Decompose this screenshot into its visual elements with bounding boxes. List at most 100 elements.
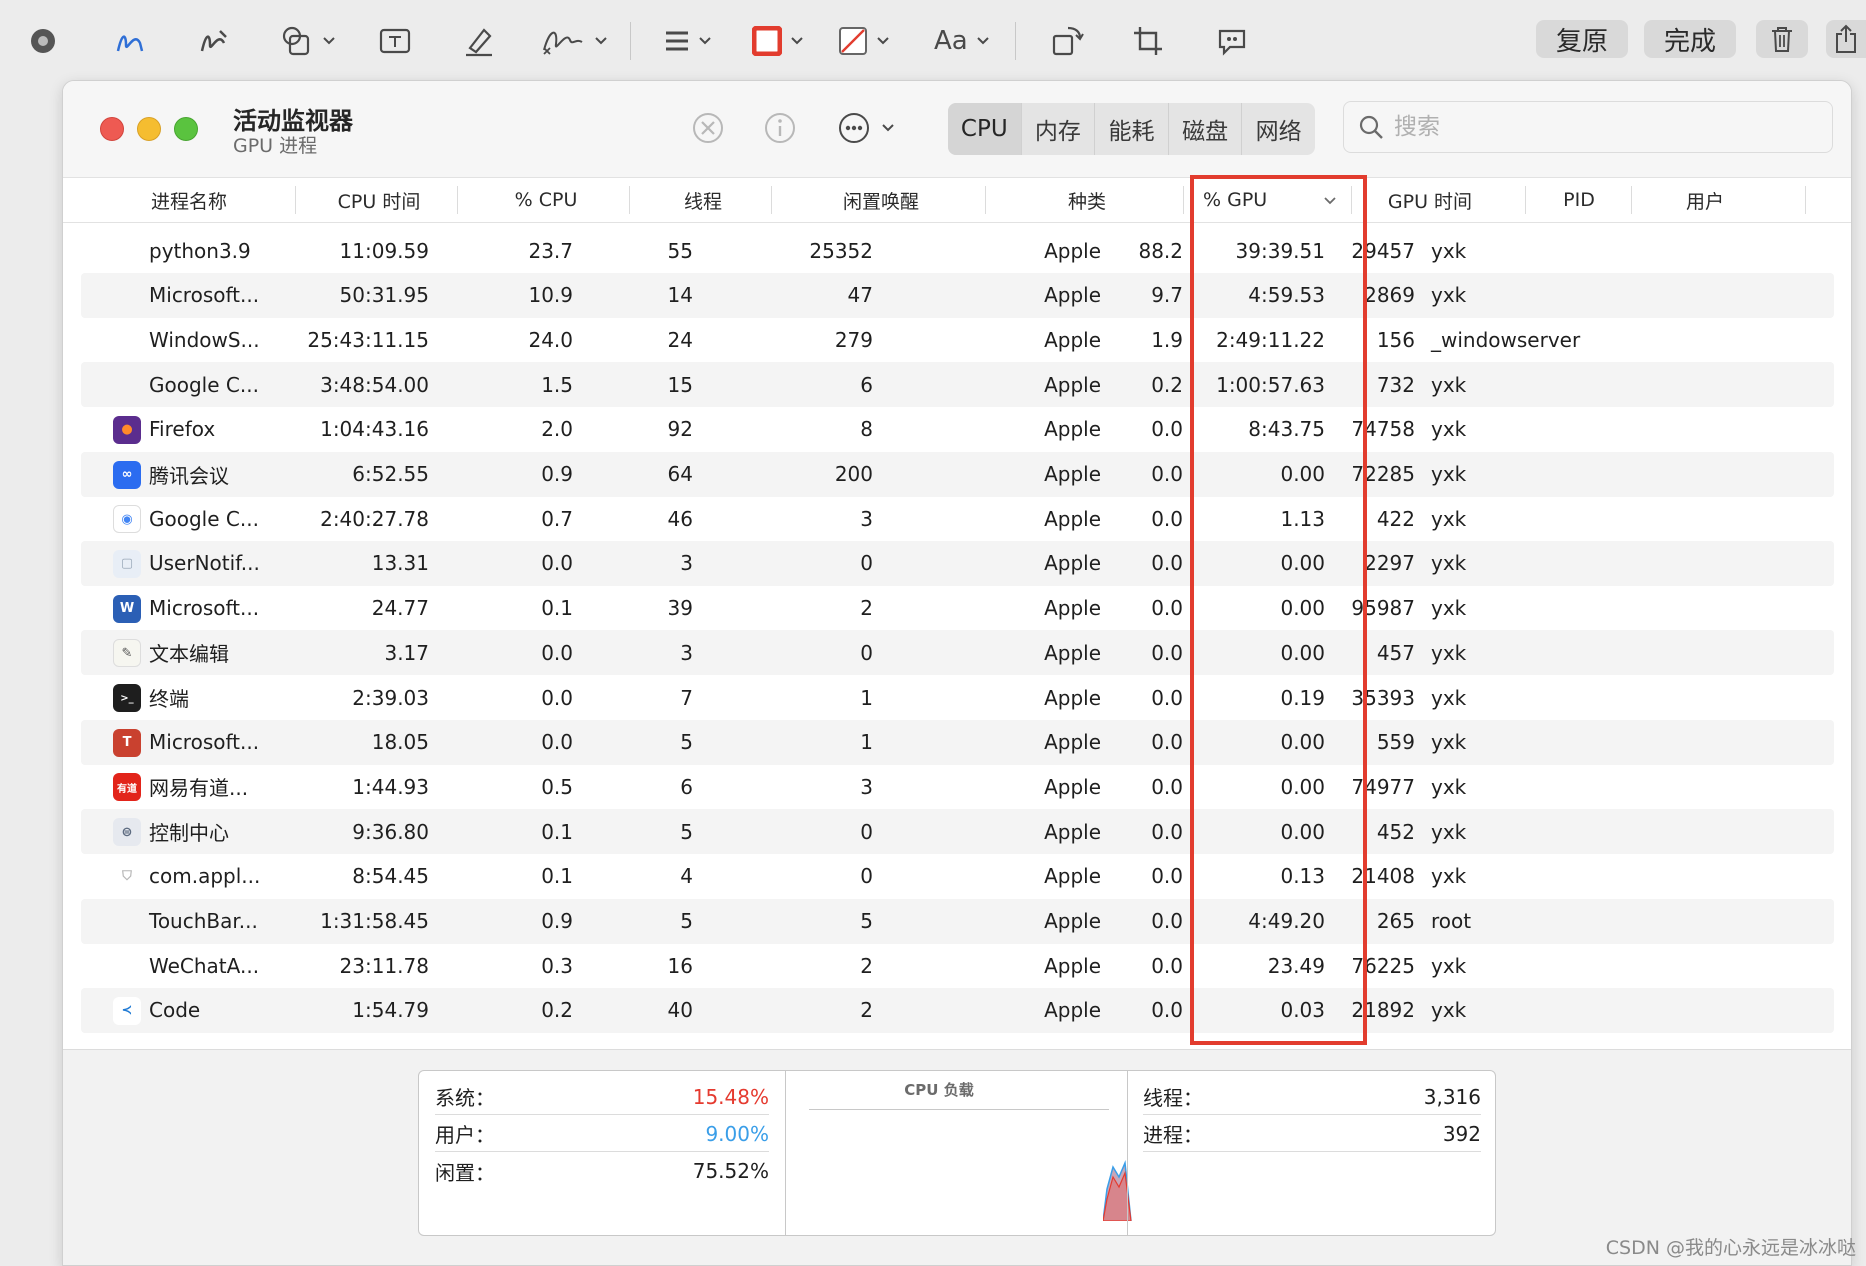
restore-button[interactable]: 复原 [1536,20,1629,58]
cell-cpu: 0.0 [541,685,573,710]
rotate-icon[interactable] [1050,14,1084,68]
table-row[interactable]: ✎ 文本编辑 3.17 0.0 3 0 Apple 0.0 0.00 457 yxk [81,630,1834,676]
cell-threads: 5 [680,909,693,933]
cell-kind: Apple [1044,774,1101,799]
more-options-icon[interactable] [837,109,907,147]
sign-icon[interactable] [540,14,608,68]
cell-cpu-time: 1:31:58.45 [320,909,429,933]
minimize-window-button[interactable] [137,117,161,141]
tab-cpu[interactable]: CPU [948,103,1022,155]
idle-label: 闲置： [435,1160,495,1185]
cell-pid: 265 [1376,909,1415,933]
table-row[interactable]: T Microsoft... 18.05 0.0 5 1 Apple 0.0 0.00 559 yx… [81,719,1834,765]
cell-gpu-time: 4:59.53 [1248,283,1325,308]
cpu-stats-panel: 系统： 15.48% 用户： 9.00% 闲置： 75.52% CPU 负载 线… [418,1070,1496,1236]
cell-kind: Apple [1044,596,1101,621]
column-header-cpu-percent[interactable]: % CPU [461,178,631,222]
fill-color-icon[interactable] [838,14,890,68]
markup-toolbar: Aa 复原 完成 [0,0,1866,80]
cell-cpu-time: 11:09.59 [339,238,429,263]
table-row[interactable]: ● Firefox 1:04:43.16 2.0 92 8 Apple 0.0 8:43.75 7… [81,407,1834,452]
table-row[interactable]: WeChatA... 23:11.78 0.3 16 2 Apple 0.0 23.49 762… [81,943,1834,988]
search-input[interactable] [1394,114,1814,140]
table-row[interactable]: 有道 网易有道... 1:44.93 0.5 6 3 Apple 0.0 0.00 74977 yx… [81,764,1834,809]
column-header-cpu-time[interactable]: CPU 时间 [299,178,459,222]
column-header-gpu-percent[interactable]: % GPU [1193,178,1323,222]
cell-pid: 21408 [1351,864,1415,889]
sample-icon[interactable] [28,14,58,68]
cell-name: WindowS... [149,327,260,352]
cell-name: python3.9 [149,238,251,263]
border-color-icon[interactable] [752,14,804,68]
cell-gpu: 0.0 [1151,551,1183,576]
toolbar-divider [630,22,631,60]
close-window-button[interactable] [100,117,124,141]
table-row[interactable]: python3.9 11:09.59 23.7 55 25352 Apple 88.2 39:… [81,228,1834,273]
window-subtitle: GPU 进程 [233,135,318,157]
share-icon[interactable] [1826,20,1866,58]
column-divider [295,186,296,214]
column-header-user[interactable]: 用户 [1635,178,1775,222]
cell-user: yxk [1431,819,1467,844]
trash-icon[interactable] [1756,20,1808,58]
cell-cpu: 0.1 [541,596,573,621]
table-row[interactable]: Google C... 3:48:54.00 1.5 15 6 Apple 0.2 1:00:… [81,362,1834,408]
cell-threads: 15 [667,372,693,397]
cell-threads: 5 [680,819,693,844]
cell-gpu: 0.0 [1151,640,1183,665]
column-header-threads[interactable]: 线程 [633,178,773,222]
tab-energy[interactable]: 能耗 [1095,103,1169,155]
column-divider [629,186,630,214]
column-header-process-name[interactable]: 进程名称 [103,178,275,222]
cell-pid: 156 [1376,327,1415,352]
crop-icon[interactable] [1132,14,1164,68]
draw-icon[interactable] [196,14,232,68]
table-row[interactable]: ⛉ com.appl... 8:54.45 0.1 4 0 Apple 0.0 0.13 2140… [81,854,1834,899]
shape-style-icon[interactable] [664,14,712,68]
table-row[interactable]: ◉ Google C... 2:40:27.78 0.7 46 3 Apple 0.0 1.13… [81,496,1834,541]
done-button[interactable]: 完成 [1644,20,1737,58]
user-stat-row: 用户： 9.00% [435,1116,769,1152]
table-row[interactable]: WindowS... 25:43:11.15 24.0 24 279 Apple 1.9 2:… [81,317,1834,362]
zoom-window-button[interactable] [174,117,198,141]
text-style-icon[interactable]: Aa [934,14,990,68]
column-header-idle-wakeups[interactable]: 闲置唤醒 [775,178,987,222]
cell-user: yxk [1431,417,1467,442]
cell-threads: 55 [667,238,693,263]
column-header-gpu-time[interactable]: GPU 时间 [1355,178,1505,222]
table-row[interactable]: ▢ UserNotif... 13.31 0.0 3 0 Apple 0.0 0.00 2297 y… [81,540,1834,586]
stop-process-icon[interactable] [689,109,727,147]
cell-name: Microsoft... [149,283,260,308]
cell-pid: 74977 [1351,774,1415,799]
cell-gpu-time: 0.00 [1280,551,1325,576]
cell-gpu-time: 1.13 [1280,506,1325,531]
column-header-kind[interactable]: 种类 [989,178,1185,222]
table-row[interactable]: ∞ 腾讯会议 6:52.55 0.9 64 200 Apple 0.0 0.00 72285 yxk [81,451,1834,497]
system-stat-row: 系统： 15.48% [435,1079,769,1115]
sort-descending-icon[interactable] [1323,196,1337,206]
cell-name: WeChatA... [149,953,260,978]
table-row[interactable]: ⊜ 控制中心 9:36.80 0.1 5 0 Apple 0.0 0.00 452 yxk [81,809,1834,855]
cell-user: yxk [1431,238,1467,263]
threads-label: 线程： [1143,1086,1203,1110]
table-row[interactable]: TouchBar... 1:31:58.45 0.9 5 5 Apple 0.0 4:49.2… [81,898,1834,944]
table-row[interactable]: ≺ Code 1:54.79 0.2 40 2 Apple 0.0 0.03 21892 yxk [81,987,1834,1033]
annotate-icon[interactable] [1216,14,1248,68]
column-header-pid[interactable]: PID [1529,178,1629,222]
highlight-icon[interactable] [462,14,496,68]
sketch-icon[interactable] [112,14,148,68]
tab-network[interactable]: 网络 [1242,103,1315,155]
tab-memory[interactable]: 内存 [1022,103,1096,155]
tab-disk[interactable]: 磁盘 [1169,103,1243,155]
info-icon[interactable] [761,109,799,147]
cell-gpu: 0.0 [1151,685,1183,710]
cell-cpu: 10.9 [528,283,573,308]
processes-value: 392 [1442,1121,1481,1146]
shapes-icon[interactable] [280,14,336,68]
text-box-icon[interactable] [378,14,412,68]
view-tabs: CPU 内存 能耗 磁盘 网络 [948,103,1315,155]
table-row[interactable]: W Microsoft... 24.77 0.1 39 2 Apple 0.0 0.00 9598… [81,586,1834,631]
table-row[interactable]: >_ 终端 2:39.03 0.0 7 1 Apple 0.0 0.19 35393 yxk [81,675,1834,720]
table-row[interactable]: Microsoft... 50:31.95 10.9 14 47 Apple 9.7 4:59… [81,272,1834,318]
cell-cpu: 0.1 [541,819,573,844]
